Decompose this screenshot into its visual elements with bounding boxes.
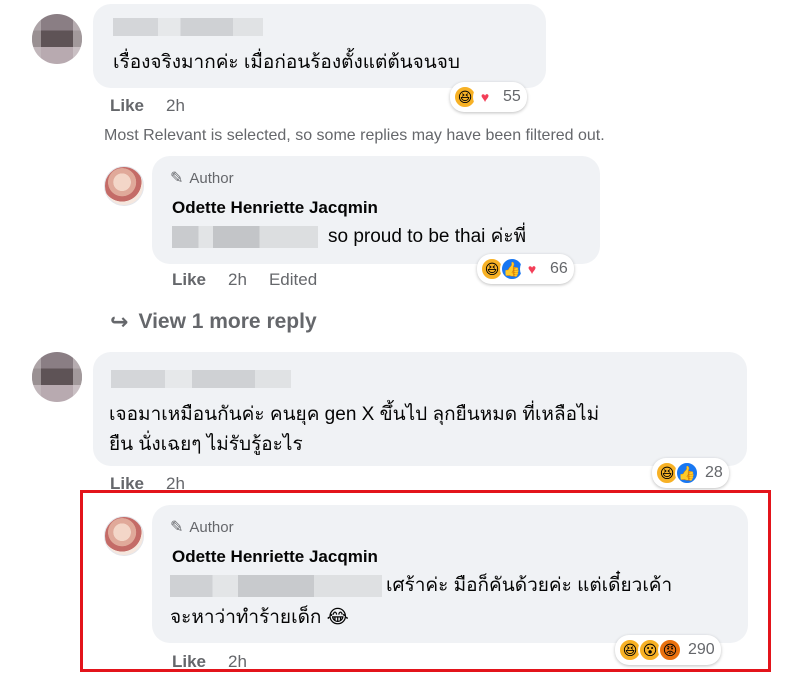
timestamp[interactable]: 2h: [228, 652, 247, 672]
view-more-replies[interactable]: ↪ View 1 more reply: [110, 309, 317, 335]
comment-bubble: เรื่องจริงมากค่ะ เมื่อก่อนร้องตั้งแต่ต้น…: [93, 4, 546, 88]
comment-actions: Like 2h: [110, 96, 185, 116]
comment-text-line2: ยืน นั่งเฉยๆ ไม่รับรู้อะไร: [109, 434, 303, 455]
like-button[interactable]: Like: [172, 270, 206, 290]
author-avatar[interactable]: [104, 166, 144, 206]
comment-text: เรื่องจริงมากค่ะ เมื่อก่อนร้องตั้งแต่ต้น…: [113, 52, 460, 73]
like-button[interactable]: Like: [110, 96, 144, 116]
reaction-summary[interactable]: 😆 👍 ♥ 66: [477, 254, 574, 284]
pencil-icon: ✎: [170, 170, 184, 187]
like-icon: 👍: [675, 461, 699, 485]
comment-bubble: เจอมาเหมือนกันค่ะ คนยุค gen X ขึ้นไป ลุก…: [93, 352, 747, 466]
author-avatar[interactable]: [104, 516, 144, 556]
commenter-avatar[interactable]: [32, 14, 82, 64]
reaction-count: 290: [688, 641, 715, 658]
timestamp[interactable]: 2h: [228, 270, 247, 290]
pencil-icon: ✎: [170, 519, 184, 536]
timestamp[interactable]: 2h: [166, 96, 185, 116]
reaction-count: 66: [550, 260, 568, 277]
author-badge: ✎ Author: [170, 169, 234, 188]
reply-text-line1: เศร้าค่ะ มือก็คันด้วยค่ะ แต่เดี๋ยวเค้า: [386, 575, 673, 596]
edited-label[interactable]: Edited: [269, 270, 317, 290]
commenter-avatar[interactable]: [32, 352, 82, 402]
reply-actions: Like 2h: [172, 652, 247, 672]
reply-actions: Like 2h Edited: [172, 270, 317, 290]
author-badge: ✎ Author: [170, 518, 234, 537]
love-icon: ♥: [520, 257, 544, 281]
author-name[interactable]: Odette Henriette Jacqmin: [172, 198, 378, 218]
mentioned-user-redacted[interactable]: [170, 575, 382, 597]
reaction-summary[interactable]: 😆 ♥ 55: [450, 82, 527, 112]
love-icon: ♥: [473, 85, 497, 109]
reply-arrow-icon: ↪: [110, 309, 129, 334]
commenter-name-redacted[interactable]: [111, 370, 291, 388]
reply-bubble: ✎ Author Odette Henriette Jacqmin เศร้าค…: [152, 505, 748, 643]
like-button[interactable]: Like: [172, 652, 206, 672]
reaction-summary[interactable]: 😆 👍 28: [652, 458, 729, 488]
view-more-label: View 1 more reply: [138, 310, 317, 333]
comment-text-line1: เจอมาเหมือนกันค่ะ คนยุค gen X ขึ้นไป ลุก…: [109, 404, 600, 425]
reply-text: so proud to be thai ค่ะพี่: [328, 226, 527, 247]
reaction-count: 55: [503, 88, 521, 105]
author-name[interactable]: Odette Henriette Jacqmin: [172, 547, 378, 567]
reaction-summary[interactable]: 😆 😮 😡 290: [615, 635, 721, 665]
reply-text-line2: จะหาว่าทำร้ายเด็ก 😂: [170, 607, 349, 628]
mentioned-user-redacted[interactable]: [172, 226, 318, 248]
reaction-count: 28: [705, 464, 723, 481]
commenter-name-redacted[interactable]: [113, 18, 263, 36]
reply-bubble: ✎ Author Odette Henriette Jacqmin so pro…: [152, 156, 600, 264]
filtered-notice: Most Relevant is selected, so some repli…: [104, 127, 605, 144]
angry-icon: 😡: [658, 638, 682, 662]
